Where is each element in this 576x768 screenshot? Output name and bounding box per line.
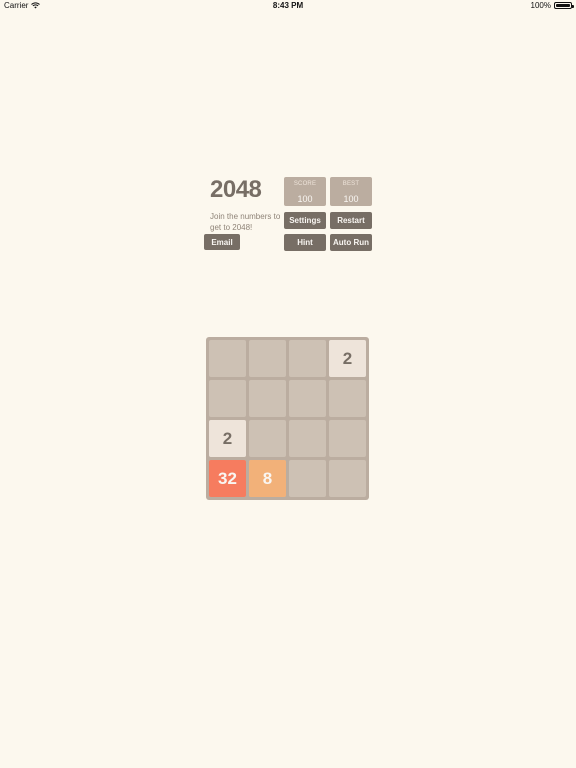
score-label: SCORE: [293, 181, 317, 187]
best-label: BEST: [342, 181, 360, 187]
best-box: BEST 100: [330, 177, 372, 206]
empty-cell: [249, 380, 286, 417]
empty-cell: [209, 380, 246, 417]
empty-cell: [289, 380, 326, 417]
empty-cell: [329, 460, 366, 497]
best-value: 100: [343, 194, 359, 204]
empty-cell: [249, 340, 286, 377]
status-bar: Carrier 8:43 PM 100%: [0, 0, 576, 12]
empty-cell: [289, 460, 326, 497]
auto-run-button[interactable]: Auto Run: [330, 234, 372, 251]
empty-cell: [329, 380, 366, 417]
battery-icon: [554, 2, 574, 9]
status-time: 8:43 PM: [272, 1, 304, 10]
empty-cell: [289, 340, 326, 377]
tile-32: 32: [209, 460, 246, 497]
tile-2: 2: [209, 420, 246, 457]
battery-percent: 100%: [530, 1, 551, 10]
status-right: 100%: [530, 1, 574, 10]
settings-button[interactable]: Settings: [284, 212, 326, 229]
restart-button[interactable]: Restart: [330, 212, 372, 229]
empty-cell: [329, 420, 366, 457]
score-box: SCORE 100: [284, 177, 326, 206]
tile-8: 8: [249, 460, 286, 497]
empty-cell: [249, 420, 286, 457]
game-board[interactable]: 2 2 32 8: [206, 337, 369, 500]
tile-2: 2: [329, 340, 366, 377]
empty-cell: [209, 340, 246, 377]
email-button[interactable]: Email: [204, 234, 240, 250]
game-subtitle: Join the numbers to get to 2048!: [210, 212, 281, 232]
score-value: 100: [297, 194, 313, 204]
empty-cell: [289, 420, 326, 457]
game-title: 2048: [210, 176, 262, 203]
hint-button[interactable]: Hint: [284, 234, 326, 251]
